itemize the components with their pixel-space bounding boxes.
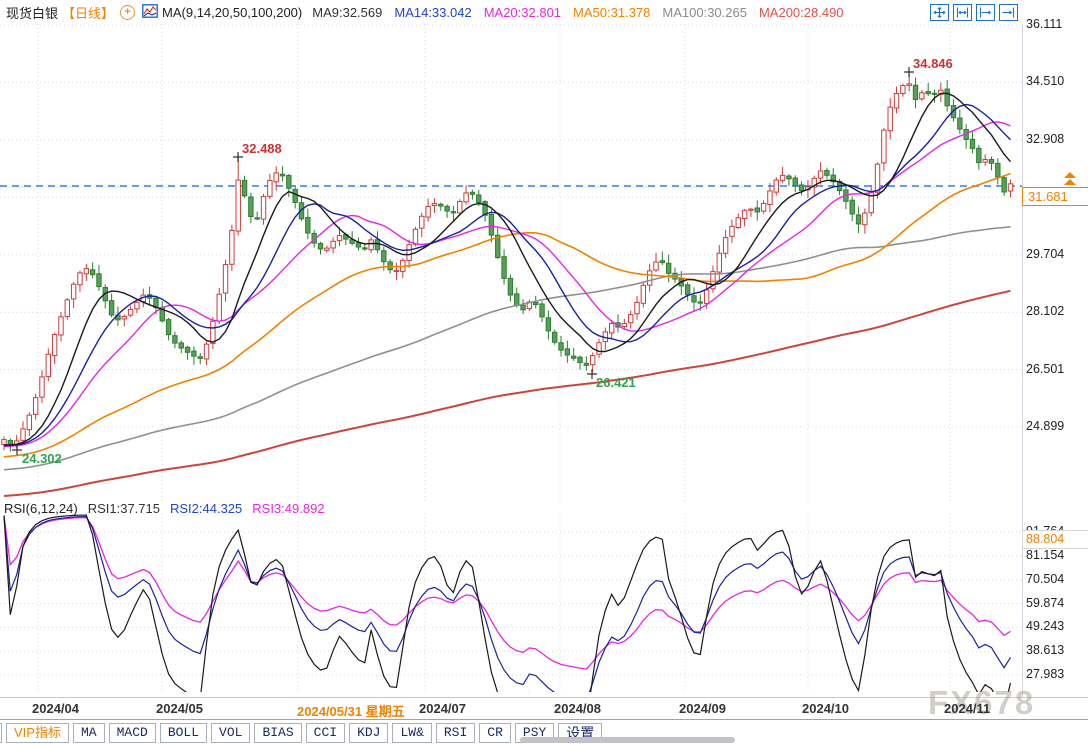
tab-vol[interactable]: VOL [211, 723, 250, 743]
price-up-arrow-icon [1062, 172, 1078, 191]
rsi-tick-label: 59.874 [1026, 596, 1064, 610]
x-label-month: 2024/11 [944, 701, 990, 716]
ma-values: MA9:32.569 MA14:33.042 MA20:32.801 MA50:31.… [312, 5, 855, 20]
tab-[interactable]: 模板 [0, 723, 2, 743]
x-label-month: 2024/09 [679, 701, 726, 716]
rsi-header: RSI(6,12,24) RSI1:37.715 RSI2:44.325 RSI3:… [4, 501, 345, 517]
rsi-settings-label: RSI(6,12,24) [4, 501, 78, 517]
tab-boll[interactable]: BOLL [160, 723, 207, 743]
extreme-value-label: 26.421 [596, 375, 636, 390]
price-tick-label: 34.510 [1026, 74, 1064, 88]
price-tick-label: 24.899 [1026, 419, 1064, 433]
tab-ma[interactable]: MA [73, 723, 105, 743]
instrument-name: 现货白银 [6, 3, 58, 22]
rsi-value: RSI3:49.892 [252, 501, 324, 516]
tab-macd[interactable]: MACD [109, 723, 156, 743]
chart-header: 现货白银 【日线】 + MA(9,14,20,50,100,200) MA9:3… [6, 0, 856, 24]
x-label-selected-date: 2024/05/31 星期五 [297, 701, 405, 720]
tab-vip[interactable]: VIP指标 [6, 723, 69, 743]
price-tick-label: 28.102 [1026, 304, 1064, 318]
ma-settings-label: MA(9,14,20,50,100,200) [162, 5, 302, 20]
rsi-value: RSI2:44.325 [170, 501, 242, 516]
extreme-value-label: 34.846 [913, 56, 953, 71]
indicator-chart-icon[interactable] [142, 4, 158, 21]
price-tick-label: 26.501 [1026, 362, 1064, 376]
ma20-line [4, 122, 1011, 447]
rsi-tick-label: 38.613 [1026, 643, 1064, 657]
rsi-tick-label: 27.983 [1026, 667, 1064, 681]
tab-cci[interactable]: CCI [306, 723, 345, 743]
price-tick-label: 32.908 [1026, 132, 1064, 146]
tab-kdj[interactable]: KDJ [349, 723, 388, 743]
price-tick-label: 36.111 [1026, 17, 1062, 31]
ma-value: MA200:28.490 [759, 5, 844, 20]
zoom-x-fit-icon[interactable] [976, 4, 995, 21]
x-label-month: 2024/04 [32, 701, 79, 716]
rsi-value: RSI1:37.715 [88, 501, 160, 516]
move-crosshair-icon[interactable] [930, 4, 949, 21]
ma-value: MA9:32.569 [312, 5, 382, 20]
rsi-crosshair-value: 88.804 [1022, 530, 1088, 549]
rsi-values: RSI1:37.715 RSI2:44.325 RSI3:49.892 [88, 501, 335, 517]
last-price-tag: 31.681 [1022, 187, 1088, 206]
period-label: 【日线】 [62, 3, 114, 22]
ma100-line [4, 227, 1011, 470]
x-label-month: 2024/07 [419, 701, 466, 716]
tab-rsi[interactable]: RSI [436, 723, 475, 743]
extreme-value-label: 24.302 [22, 451, 62, 466]
rsi24-line [4, 516, 1011, 669]
rsi12-line [4, 516, 1011, 701]
chart-window: 32.488 34.846 26.421 24.302 现货白银 【日线】 + MA(… [0, 0, 1088, 744]
tab-bias[interactable]: BIAS [254, 723, 301, 743]
extreme-value-label: 32.488 [242, 141, 282, 156]
horizontal-scrollbar-thumb[interactable] [520, 737, 735, 743]
rsi-tick-label: 70.504 [1026, 572, 1064, 586]
price-tick-label: 29.704 [1026, 247, 1064, 261]
ma-value: MA50:31.378 [573, 5, 650, 20]
rsi-tick-label: 81.154 [1026, 548, 1064, 562]
tab-cr[interactable]: CR [479, 723, 511, 743]
rsi-tick-label: 49.243 [1026, 619, 1064, 633]
chart-tool-icons [930, 4, 1018, 21]
x-label-month: 2024/10 [802, 701, 849, 716]
chart-canvas[interactable]: 32.488 34.846 26.421 24.302 [0, 0, 1088, 744]
add-compare-icon[interactable]: + [120, 5, 135, 20]
ma-value: MA14:33.042 [394, 5, 471, 20]
x-label-month: 2024/08 [554, 701, 601, 716]
ma-value: MA20:32.801 [484, 5, 561, 20]
tab-lw[interactable]: LW& [392, 723, 431, 743]
ma-value: MA100:30.265 [662, 5, 747, 20]
go-latest-icon[interactable] [999, 4, 1018, 21]
x-label-month: 2024/05 [156, 701, 203, 716]
zoom-y-fit-icon[interactable] [953, 4, 972, 21]
price-annotations: 32.488 34.846 26.421 24.302 [12, 56, 953, 466]
